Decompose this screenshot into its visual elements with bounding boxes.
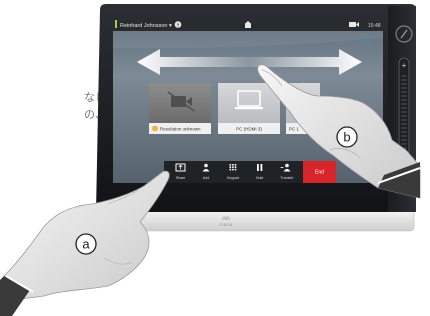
laptop-icon-base bbox=[235, 107, 263, 110]
keypad-icon bbox=[229, 164, 237, 171]
presentation-source-tile[interactable]: PC (HDMI 3) bbox=[218, 83, 280, 134]
end-call-label: End bbox=[315, 170, 324, 176]
keypad-dot bbox=[229, 168, 232, 171]
keypad-dot bbox=[234, 168, 237, 171]
presentation-source-tile[interactable]: ! Resolution unknown bbox=[149, 83, 211, 134]
callout-b-label: b bbox=[343, 130, 350, 145]
pause-icon bbox=[257, 164, 259, 171]
keypad-dot bbox=[229, 166, 232, 168]
add-label: Add bbox=[203, 176, 209, 180]
transfer-label: Transfer bbox=[280, 176, 294, 180]
hold-label: Hold bbox=[256, 176, 263, 180]
volume-up-icon[interactable]: + bbox=[402, 61, 407, 70]
keypad-dot bbox=[232, 166, 234, 168]
share-label: Share bbox=[176, 176, 186, 180]
illustration: なじ の、 ılıılı cisco ! + Reinhard Johnsson… bbox=[0, 4, 421, 316]
keypad-dot bbox=[234, 166, 237, 168]
pause-icon-bar bbox=[260, 164, 263, 171]
keypad-dot bbox=[232, 168, 234, 171]
keypad-label: Keypad bbox=[227, 176, 239, 180]
tile-label: PC 1 bbox=[289, 126, 300, 131]
tile-label: Resolution unknown bbox=[160, 126, 201, 131]
keypad-dot bbox=[234, 164, 237, 166]
callout-a-label: a bbox=[82, 237, 90, 252]
camera-off-icon bbox=[171, 96, 186, 107]
call-control-bar: End Share Add Keypad Hold Transfer bbox=[164, 161, 336, 183]
keypad-dot bbox=[229, 164, 232, 166]
cisco-logo: cisco bbox=[219, 222, 232, 227]
warning-icon-glyph: ! bbox=[154, 126, 155, 131]
hand-a: a bbox=[0, 170, 170, 316]
transfer-icon bbox=[285, 163, 289, 168]
add-participant-icon bbox=[204, 163, 208, 168]
tile-label: PC (HDMI 3) bbox=[236, 126, 262, 131]
keypad-dot bbox=[232, 164, 234, 166]
